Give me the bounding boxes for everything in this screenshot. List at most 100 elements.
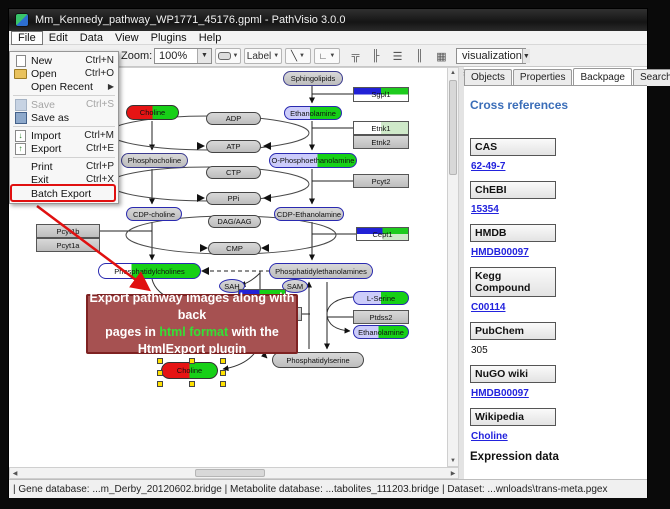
canvas-horizontal-scrollbar[interactable]: ◀ ▶ (9, 467, 459, 479)
chevron-down-icon[interactable]: ▼ (197, 49, 211, 63)
pathway-node-sgpl1[interactable]: Sgpl1 (353, 87, 409, 102)
pathway-node-pcyt1b[interactable]: Pcyt1b (36, 224, 100, 238)
align-middle-icon[interactable]: ╟ (367, 48, 384, 64)
file-menu-item-print[interactable]: PrintCtrl+P (10, 160, 118, 173)
pathway-node-ethanolamine-lower[interactable]: Ethanolamine (353, 325, 409, 339)
file-menu-item-open-recent[interactable]: Open Recent▶ (10, 80, 118, 93)
pathway-node-ptdss2[interactable]: Ptdss2 (353, 310, 409, 324)
selection-handle[interactable] (157, 370, 163, 376)
menu-item-label: Save as (31, 112, 114, 124)
selection-handle[interactable] (220, 358, 226, 364)
file-menu-item-save-as[interactable]: Save as (10, 111, 118, 124)
xref-header-wikipedia: Wikipedia (470, 408, 556, 426)
menubar-item-edit[interactable]: Edit (43, 31, 74, 45)
common-size-icon[interactable]: ▦ (433, 48, 450, 64)
zoom-value: 100% (159, 50, 187, 62)
distribute-vertical-icon[interactable]: ☰ (389, 48, 406, 64)
pathway-node-o-phosphoethanolamine[interactable]: O-Phosphoethanolamine (269, 153, 357, 168)
vscroll-thumb[interactable] (449, 80, 457, 175)
tab-backpage[interactable]: Backpage (573, 68, 631, 85)
pathway-node-cmp[interactable]: CMP (208, 242, 261, 255)
node-label: Pcyt1b (57, 227, 80, 236)
sidebar: ObjectsPropertiesBackpageSearchLegend Cr… (459, 67, 647, 479)
node-label: L-Serine (367, 294, 395, 303)
pathway-node-etnk2[interactable]: Etnk2 (353, 135, 409, 149)
pathway-node-atp[interactable]: ATP (206, 140, 261, 153)
pathway-node-ethanolamine-top[interactable]: Ethanolamine (284, 106, 342, 120)
menubar-item-help[interactable]: Help (193, 31, 228, 45)
tab-search[interactable]: Search (633, 69, 670, 86)
node-label: Etnk1 (371, 124, 390, 133)
scroll-right-icon[interactable]: ▶ (448, 468, 458, 478)
menu-bar: FileEditDataViewPluginsHelp (9, 31, 647, 45)
menubar-item-file[interactable]: File (11, 31, 43, 45)
selection-handle[interactable] (189, 358, 195, 364)
file-menu-item-import[interactable]: ↓ImportCtrl+M (10, 129, 118, 142)
pathway-node-cdp-choline[interactable]: CDP-choline (126, 207, 182, 221)
selection-handle[interactable] (189, 381, 195, 387)
pathway-node-choline-top[interactable]: Choline (126, 105, 179, 120)
visualization-combobox[interactable]: visualization ▼ (456, 48, 526, 64)
xref-value-wikipedia[interactable]: Choline (471, 431, 647, 442)
selection-handle[interactable] (220, 381, 226, 387)
open-folder-icon (14, 68, 27, 79)
file-menu-item-open[interactable]: OpenCtrl+O (10, 67, 118, 80)
menu-item-label: Open (31, 68, 81, 80)
menu-item-shortcut: Ctrl+N (85, 55, 114, 66)
distribute-horizontal-icon[interactable]: ║ (411, 48, 428, 64)
file-menu-item-save[interactable]: SaveCtrl+S (10, 98, 118, 111)
pathway-node-sphingolipids[interactable]: Sphingolipids (283, 71, 343, 86)
line-tool-button[interactable]: ╲ ▼ (285, 48, 311, 64)
align-center-icon[interactable]: ╦ (347, 48, 364, 64)
xref-value-chebi[interactable]: 15354 (471, 204, 647, 215)
scroll-left-icon[interactable]: ◀ (10, 468, 20, 478)
menubar-item-plugins[interactable]: Plugins (145, 31, 193, 45)
node-label: Ethanolamine (290, 109, 336, 118)
pathway-node-adp[interactable]: ADP (206, 112, 261, 125)
xref-value-hmdb[interactable]: HMDB00097 (471, 247, 647, 258)
pathway-node-l-serine[interactable]: L-Serine (353, 291, 409, 305)
xref-value-nugo-wiki[interactable]: HMDB00097 (471, 388, 647, 399)
selection-handle[interactable] (157, 358, 163, 364)
canvas-vertical-scrollbar[interactable]: ▲ ▼ (447, 67, 459, 467)
pathway-node-phosphatidylcholines[interactable]: Phosphatidylcholines (98, 263, 201, 279)
node-label: CDP-Ethanolamine (277, 210, 341, 219)
pathway-node-ctp[interactable]: CTP (206, 166, 261, 179)
new-file-icon (14, 55, 27, 66)
xref-value-cas[interactable]: 62-49-7 (471, 161, 647, 172)
pathway-node-cept1[interactable]: Cept1 (356, 227, 409, 241)
tab-properties[interactable]: Properties (513, 69, 573, 86)
menu-item-label: Print (31, 161, 82, 173)
scroll-up-icon[interactable]: ▲ (448, 68, 458, 78)
pathway-node-etnk1[interactable]: Etnk1 (353, 121, 409, 135)
tab-objects[interactable]: Objects (464, 69, 512, 86)
xref-value-kegg-compound[interactable]: C00114 (471, 302, 647, 313)
pathway-node-cdp-ethanolamine[interactable]: CDP-Ethanolamine (274, 207, 344, 221)
zoom-combobox[interactable]: 100% ▼ (154, 48, 212, 64)
chevron-down-icon[interactable]: ▼ (522, 49, 530, 63)
datanode-tool-button[interactable]: ▼ (215, 48, 241, 64)
sidebar-splitter[interactable]: ⋮ (459, 67, 464, 479)
pathway-node-pcyt2[interactable]: Pcyt2 (353, 174, 409, 188)
pathway-node-dag-aag[interactable]: DAG/AAG (208, 215, 261, 228)
pathway-node-phosphocholine[interactable]: Phosphocholine (121, 153, 188, 168)
menubar-item-view[interactable]: View (109, 31, 145, 45)
scroll-down-icon[interactable]: ▼ (448, 456, 458, 466)
selection-handle[interactable] (220, 370, 226, 376)
pathway-node-pcyt1a[interactable]: Pcyt1a (36, 238, 100, 252)
file-menu-item-new[interactable]: NewCtrl+N (10, 54, 118, 67)
app-icon (15, 13, 29, 27)
pathway-node-choline-selected[interactable]: Choline (161, 362, 218, 379)
annotation-line2: pages in html format with the (88, 324, 296, 341)
screenshot-root: Mm_Kennedy_pathway_WP1771_45176.gpml - P… (0, 0, 670, 509)
selection-handle[interactable] (157, 381, 163, 387)
node-label: Phosphocholine (128, 156, 181, 165)
hscroll-thumb[interactable] (195, 469, 265, 477)
pathway-node-ppi[interactable]: PPi (206, 192, 261, 205)
pathway-node-phosphatidylethanolamines[interactable]: Phosphatidylethanolamines (269, 263, 373, 279)
label-tool-button[interactable]: Label ▼ (244, 48, 282, 64)
menubar-item-data[interactable]: Data (74, 31, 109, 45)
file-menu-item-export[interactable]: ↑ExportCtrl+E (10, 142, 118, 155)
menu-item-label: Open Recent (31, 81, 104, 93)
connector-tool-button[interactable]: ∟ ▼ (314, 48, 340, 64)
